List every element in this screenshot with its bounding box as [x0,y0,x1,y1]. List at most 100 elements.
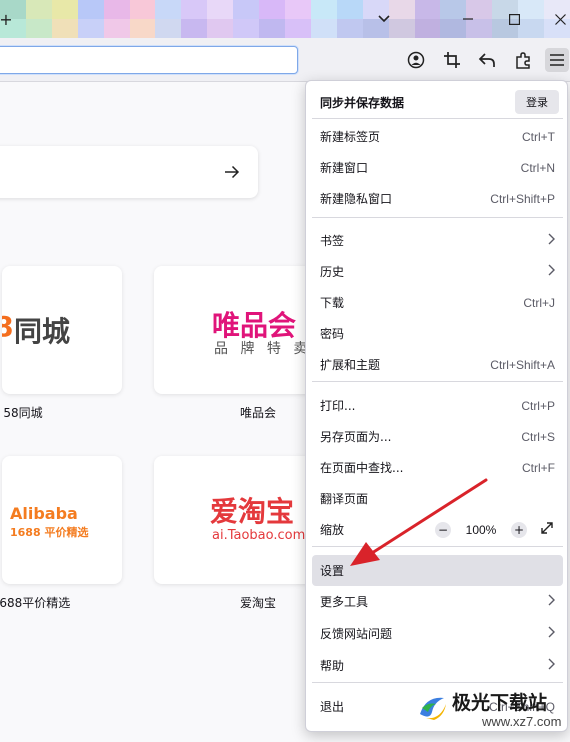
close-button[interactable] [548,7,570,31]
shortcut-tile-1688[interactable]: Alibaba 1688 平价精选 [2,456,122,584]
menu-item-label: 新建隐私窗口 [320,192,393,206]
tile-logo-subtext: 1688 平价精选 [10,526,89,539]
menu-item-label: 设置 [320,564,345,578]
shortcut-tile-aitaobao[interactable]: 爱淘宝 ai.Taobao.com [154,456,314,584]
menu-item-settings[interactable]: 设置 [312,555,563,586]
tile-logo-text: 同城 [14,315,71,348]
menu-item-report-site-issue[interactable]: 反馈网站问题 [312,618,563,649]
screenshot-button[interactable] [440,48,464,72]
puzzle-icon [516,52,530,69]
mosaic-cell [310,0,337,19]
tile-logo-text: 爱淘宝 [210,495,295,528]
zoom-in-button[interactable]: + [511,521,527,538]
shortcut-tile-58tongcheng[interactable]: 8 同城 [2,266,122,394]
tile-label-58tongcheng: 58同城 [3,406,43,420]
menu-item-label: 翻译页面 [320,492,369,506]
chevron-right-icon [548,594,555,609]
back-button[interactable] [475,48,499,72]
mosaic-cell [155,19,182,38]
mosaic-cell [51,0,78,19]
watermark-text: 极光下载站 [452,692,548,714]
maximize-icon [508,13,520,25]
mosaic-cell [77,0,104,19]
menu-item-history[interactable]: 历史 [312,256,563,287]
menu-separator [312,217,563,218]
menu-item-find-in-page[interactable]: 在页面中查找... Ctrl+F [312,452,563,483]
menu-item-new-window[interactable]: 新建窗口 Ctrl+N [312,152,563,183]
tile-logo-badge: 8 [2,310,14,343]
menu-item-shortcut: Ctrl+N [520,160,555,175]
shortcut-tile-vip[interactable]: 唯品会 品 牌 特 卖 [154,266,314,394]
login-button[interactable]: 登录 [515,90,559,114]
menu-item-bookmarks[interactable]: 书签 [312,225,563,256]
menu-separator [312,682,563,683]
chevron-right-icon [548,264,555,279]
menu-item-label: 打印... [320,399,356,413]
search-box[interactable] [0,146,258,198]
menu-item-more-tools[interactable]: 更多工具 [312,586,563,617]
mosaic-cell [181,0,208,19]
mosaic-cell [310,19,337,38]
menu-item-new-tab[interactable]: 新建标签页 Ctrl+T [312,121,563,152]
zoom-out-button[interactable]: − [435,521,451,538]
arrow-right-icon [225,165,240,179]
menu-item-shortcut: Ctrl+Shift+P [490,191,555,206]
mosaic-cell [129,0,156,19]
menu-item-help[interactable]: 帮助 [312,650,563,681]
mosaic-cell [336,19,363,38]
extensions-button[interactable] [511,48,535,72]
mosaic-cell [259,0,285,19]
menu-item-print[interactable]: 打印... Ctrl+P [312,390,563,421]
mosaic-cell [155,0,182,19]
menu-item-addons-themes[interactable]: 扩展和主题 Ctrl+Shift+A [312,349,563,380]
menu-item-label: 新建窗口 [320,161,369,175]
menu-item-shortcut: Ctrl+Shift+A [490,357,555,372]
address-bar[interactable] [0,46,298,74]
mosaic-cell [103,0,130,19]
menu-item-shortcut: Ctrl+S [521,429,555,444]
mosaic-cell [233,19,260,38]
menu-item-label: 另存页面为... [320,430,392,444]
chevron-right-icon [548,233,555,248]
new-tab-button[interactable]: + [0,7,18,31]
menu-item-new-private-window[interactable]: 新建隐私窗口 Ctrl+Shift+P [312,183,563,214]
menu-item-downloads[interactable]: 下载 Ctrl+J [312,287,563,318]
list-all-tabs-button[interactable] [372,7,396,31]
tile-logo-text: Alibaba [10,504,78,523]
app-menu-button[interactable] [545,48,569,72]
mosaic-cell [51,19,78,38]
watermark-url: www.xz7.com [482,714,562,729]
account-icon [407,51,425,69]
mosaic-cell [77,19,104,38]
menu-item-label: 下载 [320,296,345,310]
search-go-button[interactable] [220,160,244,184]
menu-separator [312,118,563,119]
menu-item-shortcut: Ctrl+P [521,398,555,413]
menu-item-passwords[interactable]: 密码 [312,318,563,349]
menu-item-translate-page[interactable]: 翻译页面 [312,483,563,514]
mosaic-cell [129,19,156,38]
menu-separator [312,381,563,382]
mosaic-cell [181,19,208,38]
maximize-button[interactable] [502,7,526,31]
menu-item-label: 在页面中查找... [320,461,404,475]
mosaic-cell [25,19,52,38]
minimize-button[interactable] [456,7,480,31]
fullscreen-icon[interactable] [541,522,553,537]
mosaic-cell [414,19,441,38]
mosaic-cell [284,0,311,19]
menu-item-label: 扩展和主题 [320,358,381,372]
crop-icon [444,52,460,68]
zoom-level[interactable]: 100% [461,523,501,537]
menu-item-save-page-as[interactable]: 另存页面为... Ctrl+S [312,421,563,452]
mosaic-cell [207,19,234,38]
menu-item-zoom[interactable]: 缩放 −100% + [312,514,563,545]
tile-logo-subtext: 品 牌 特 卖 [214,341,312,357]
account-button[interactable] [404,48,428,72]
menu-item-label: 更多工具 [320,595,369,609]
mosaic-cell [284,19,311,38]
mosaic-cell [414,0,441,19]
watermark-swirl-icon [420,697,446,720]
menu-item-shortcut: Ctrl+J [523,295,555,310]
chevron-right-icon [548,658,555,673]
